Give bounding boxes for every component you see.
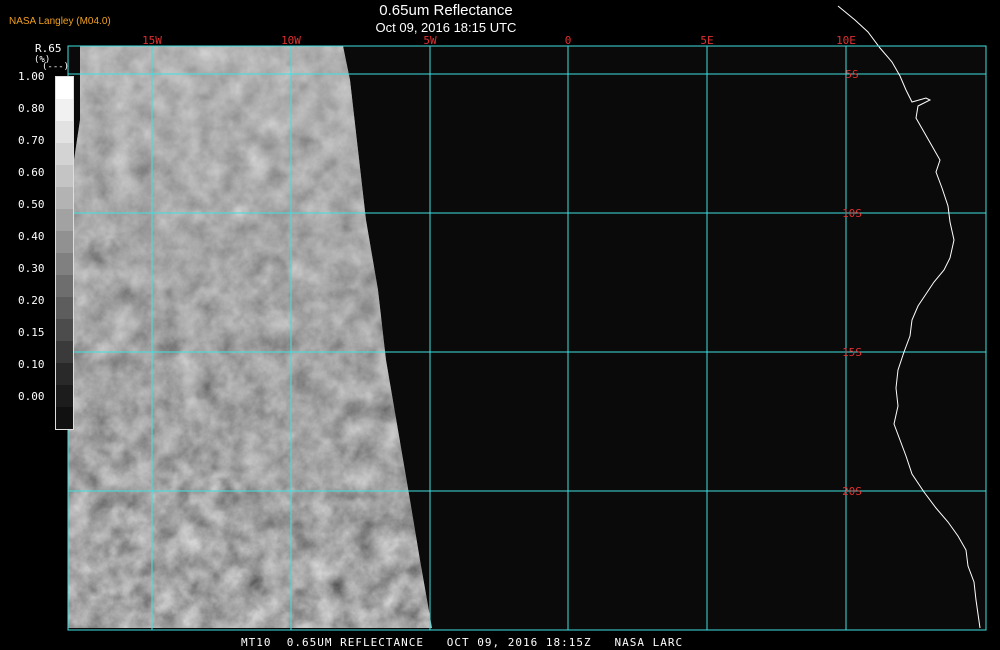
legend-swatch xyxy=(56,187,73,209)
longitude-label: 5W xyxy=(423,34,437,47)
legend-swatch xyxy=(56,121,73,143)
legend-tick-label: 1.00 xyxy=(18,70,45,83)
latitude-label: 5S xyxy=(845,68,858,81)
legend-swatch xyxy=(56,363,73,385)
legend-name: R.65 xyxy=(35,42,62,55)
footer-caption: MT10 0.65UM REFLECTANCE OCT 09, 2016 18:… xyxy=(241,636,684,649)
map-title: 0.65um Reflectance xyxy=(379,2,513,19)
legend-tick-label: 0.10 xyxy=(18,358,45,371)
legend-colorbar xyxy=(55,76,74,430)
legend-tick-label: 0.00 xyxy=(18,390,45,403)
longitude-label: 15W xyxy=(142,34,162,47)
longitude-label: 0 xyxy=(565,34,572,47)
legend-tick-label: 0.80 xyxy=(18,102,45,115)
longitude-label: 5E xyxy=(700,34,713,47)
legend-tick-label: 0.20 xyxy=(18,294,45,307)
legend-tick-label: 0.60 xyxy=(18,166,45,179)
legend-tick-label: 0.50 xyxy=(18,198,45,211)
legend-swatch xyxy=(56,209,73,231)
latitude-label: 15S xyxy=(842,346,862,359)
legend-tick-label: 0.70 xyxy=(18,134,45,147)
legend-tick-label: 0.40 xyxy=(18,230,45,243)
legend-swatch xyxy=(56,77,73,99)
longitude-label: 10E xyxy=(836,34,856,47)
legend-swatch xyxy=(56,275,73,297)
longitude-label: 10W xyxy=(281,34,301,47)
legend-swatch xyxy=(56,143,73,165)
satellite-map: 15W 10W 5W 0 5E 10E 5S 10S 15S 20S xyxy=(67,5,987,631)
legend-swatch xyxy=(56,341,73,363)
legend-swatch xyxy=(56,253,73,275)
latitude-label: 20S xyxy=(842,485,862,498)
legend-swatch xyxy=(56,165,73,187)
legend-swatch xyxy=(56,99,73,121)
legend-swatch xyxy=(56,297,73,319)
latitude-label: 10S xyxy=(842,207,862,220)
legend-tick-label: 0.30 xyxy=(18,262,45,275)
legend-swatch xyxy=(56,407,73,429)
legend-tick-label: 0.15 xyxy=(18,326,45,339)
map-timestamp: Oct 09, 2016 18:15 UTC xyxy=(375,20,517,35)
legend-swatch xyxy=(56,231,73,253)
legend-swatch xyxy=(56,319,73,341)
legend-swatch xyxy=(56,385,73,407)
